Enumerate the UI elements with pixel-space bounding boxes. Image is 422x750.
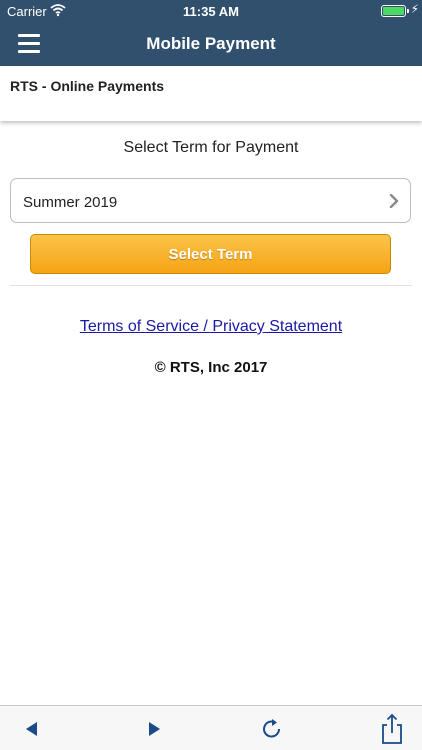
chevron-right-icon <box>389 194 399 208</box>
status-bar: Carrier 11:35 AM ⚡ <box>0 0 422 22</box>
copyright: © RTS, Inc 2017 <box>154 359 268 376</box>
share-icon[interactable] <box>379 713 405 745</box>
divider <box>10 285 412 286</box>
reload-icon[interactable] <box>259 716 285 742</box>
tos-link-container: Terms of Service / Privacy Statement <box>0 318 422 336</box>
select-term-button[interactable]: Select Term <box>30 234 391 274</box>
browser-toolbar <box>0 705 422 750</box>
term-select-value: Summer 2019 <box>23 194 118 211</box>
clock: 11:35 AM <box>183 4 239 19</box>
term-select[interactable]: Summer 2019 <box>10 178 411 223</box>
forward-arrow-icon[interactable] <box>140 716 166 742</box>
page-title: Mobile Payment <box>146 34 276 53</box>
back-arrow-icon[interactable] <box>20 716 46 742</box>
site-label: RTS - Online Payments <box>10 78 165 94</box>
terms-privacy-link[interactable]: Terms of Service / Privacy Statement <box>80 318 342 335</box>
sub-header: RTS - Online Payments <box>0 66 422 121</box>
battery-icon <box>381 5 406 17</box>
nav-bar: Mobile Payment <box>0 22 422 66</box>
battery-tip <box>407 9 409 13</box>
section-title: Select Term for Payment <box>123 139 299 156</box>
charging-icon: ⚡ <box>410 2 419 16</box>
